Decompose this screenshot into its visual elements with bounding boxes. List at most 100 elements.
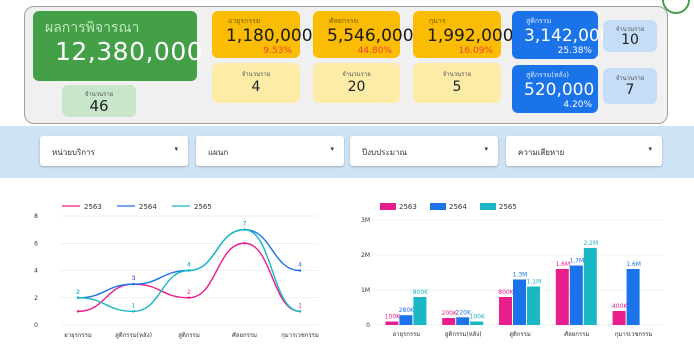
y-tick-label: 0 bbox=[34, 322, 38, 329]
chevron-down-icon: ▾ bbox=[174, 145, 178, 153]
x-tick-label: กุมารเวชกรรม bbox=[281, 332, 319, 339]
dept-count-card: จำนวนราย 5 bbox=[413, 63, 501, 103]
bar-chart: 2563 2564 256501M2M3M100K280K800Kอายุรกรรม… bbox=[361, 203, 662, 338]
data-label: 4 bbox=[298, 262, 302, 269]
legend-label: 2563 bbox=[84, 203, 102, 211]
bar bbox=[413, 297, 427, 325]
dept-value: 5,546,000 bbox=[327, 26, 414, 46]
dept-card-obstetrics-after: สูติกรรม(หลัง) 520,000 4.20% bbox=[512, 65, 598, 113]
bar bbox=[527, 286, 540, 325]
bar bbox=[499, 297, 512, 325]
chevron-down-icon: ▾ bbox=[484, 145, 488, 153]
legend-label: 2564 bbox=[139, 203, 157, 211]
dept-count: 4 bbox=[251, 79, 261, 95]
filter-label: ความเสียหาย bbox=[518, 148, 565, 157]
dept-count-label: จำนวนราย bbox=[442, 71, 472, 78]
dept-card-internal: อายุรกรรม 1,180,000 9.53% bbox=[212, 11, 313, 58]
line-chart: 2563 2564 2565 0 2 4 6 8 อายุรกรรม สูติกรรม(หลัง)… bbox=[34, 203, 319, 339]
bar bbox=[513, 279, 526, 325]
dept-pct: 25.38% bbox=[557, 46, 592, 56]
data-label: 100K bbox=[385, 314, 401, 321]
legend-swatch bbox=[480, 203, 496, 210]
x-tick-label: สูติกรรม bbox=[509, 331, 531, 338]
main-count-value: 46 bbox=[89, 97, 109, 115]
legend-swatch bbox=[380, 203, 396, 210]
legend-swatch bbox=[430, 203, 446, 210]
dept-count-card: จำนวนราย 10 bbox=[603, 20, 657, 52]
main-total-card: ผลการพิจารณา 12,380,000 bbox=[33, 11, 203, 81]
filter-label: แผนก bbox=[208, 148, 229, 157]
legend-label: 2565 bbox=[194, 203, 212, 211]
dept-count: 10 bbox=[621, 32, 639, 48]
data-point bbox=[298, 310, 302, 313]
dept-count-label: จำนวนราย bbox=[241, 71, 271, 78]
x-tick-label: สูติกรรม(หลัง) bbox=[115, 332, 152, 339]
dept-pct: 9.53% bbox=[263, 46, 292, 56]
dept-count: 5 bbox=[452, 79, 462, 95]
data-label: 3 bbox=[132, 275, 136, 282]
dept-count-label: จำนวนราย bbox=[342, 71, 371, 78]
bar bbox=[626, 269, 640, 325]
data-label: 1.6M bbox=[555, 261, 570, 268]
y-tick-label: 4 bbox=[34, 268, 38, 275]
legend-label: 2564 bbox=[449, 203, 467, 211]
dept-count-card: จำนวนราย 4 bbox=[212, 63, 300, 103]
legend-label: 2563 bbox=[399, 203, 417, 211]
data-label: 400K bbox=[612, 303, 628, 310]
filter-unit-dropdown[interactable]: หน่วยบริการ ▾ bbox=[40, 136, 188, 166]
bar bbox=[399, 315, 413, 325]
data-point bbox=[76, 310, 80, 313]
filter-damage-dropdown[interactable]: ความเสียหาย ▾ bbox=[506, 136, 662, 166]
chevron-down-icon: ▾ bbox=[648, 145, 652, 153]
bar bbox=[470, 321, 484, 325]
data-label: 2 bbox=[76, 289, 80, 296]
dept-count: 7 bbox=[625, 82, 635, 98]
dept-pct: 4.20% bbox=[563, 100, 592, 110]
y-tick-label: 1M bbox=[361, 287, 370, 294]
y-tick-label: 0 bbox=[366, 322, 370, 329]
filter-fiscal-year-dropdown[interactable]: ปีงบประมาณ ▾ bbox=[350, 136, 498, 166]
dept-count-card: จำนวนราย 7 bbox=[603, 68, 657, 104]
data-label: 800K bbox=[498, 289, 514, 296]
bar bbox=[456, 317, 470, 325]
data-label: 2.2M bbox=[583, 240, 598, 247]
data-label: 280K bbox=[399, 307, 415, 314]
main-value: 12,380,000 bbox=[55, 37, 204, 66]
y-tick-label: 3M bbox=[361, 217, 370, 224]
data-label: 7 bbox=[243, 221, 247, 228]
x-tick-label: สูติกรรม bbox=[178, 332, 200, 339]
y-tick-label: 6 bbox=[34, 240, 38, 247]
data-point bbox=[243, 242, 246, 245]
data-point bbox=[243, 228, 246, 231]
data-label: 800K bbox=[413, 289, 429, 296]
data-label: 2 bbox=[187, 289, 191, 296]
data-label: 100K bbox=[470, 314, 486, 321]
data-point bbox=[298, 269, 302, 272]
y-tick-label: 2 bbox=[34, 295, 38, 302]
filter-label: หน่วยบริการ bbox=[52, 148, 95, 157]
bar bbox=[442, 318, 456, 325]
dept-card-obstetrics: สูติกรรม 3,142,000 25.38% bbox=[512, 11, 611, 59]
data-label: 1.6M bbox=[626, 261, 641, 268]
dept-value: 1,180,000 bbox=[226, 26, 313, 46]
data-label: 4 bbox=[187, 262, 191, 269]
data-point bbox=[132, 282, 135, 286]
bar bbox=[385, 321, 399, 325]
filter-label: ปีงบประมาณ bbox=[362, 148, 407, 157]
data-point bbox=[76, 296, 80, 299]
data-label: 1.3M bbox=[513, 272, 528, 279]
main-count-card: จำนวนราย 46 bbox=[62, 85, 136, 117]
x-tick-label: กุมารเวชกรรม bbox=[615, 331, 653, 338]
x-tick-label: ศัลยกรรม bbox=[564, 331, 589, 338]
data-point bbox=[187, 296, 191, 299]
data-point bbox=[187, 269, 191, 272]
bar bbox=[612, 311, 626, 325]
dept-value: 520,000 bbox=[524, 80, 595, 100]
x-tick-label: ศัลยกรรม bbox=[232, 332, 257, 339]
filter-department-dropdown[interactable]: แผนก ▾ bbox=[196, 136, 344, 166]
data-label: 1 bbox=[132, 302, 136, 309]
data-label: 1.7M bbox=[569, 258, 584, 265]
x-tick-label: อายุรกรรม bbox=[64, 332, 92, 339]
dept-card-surgery: ศัลยกรรม 5,546,000 44.80% bbox=[313, 11, 414, 58]
bar bbox=[583, 248, 597, 325]
